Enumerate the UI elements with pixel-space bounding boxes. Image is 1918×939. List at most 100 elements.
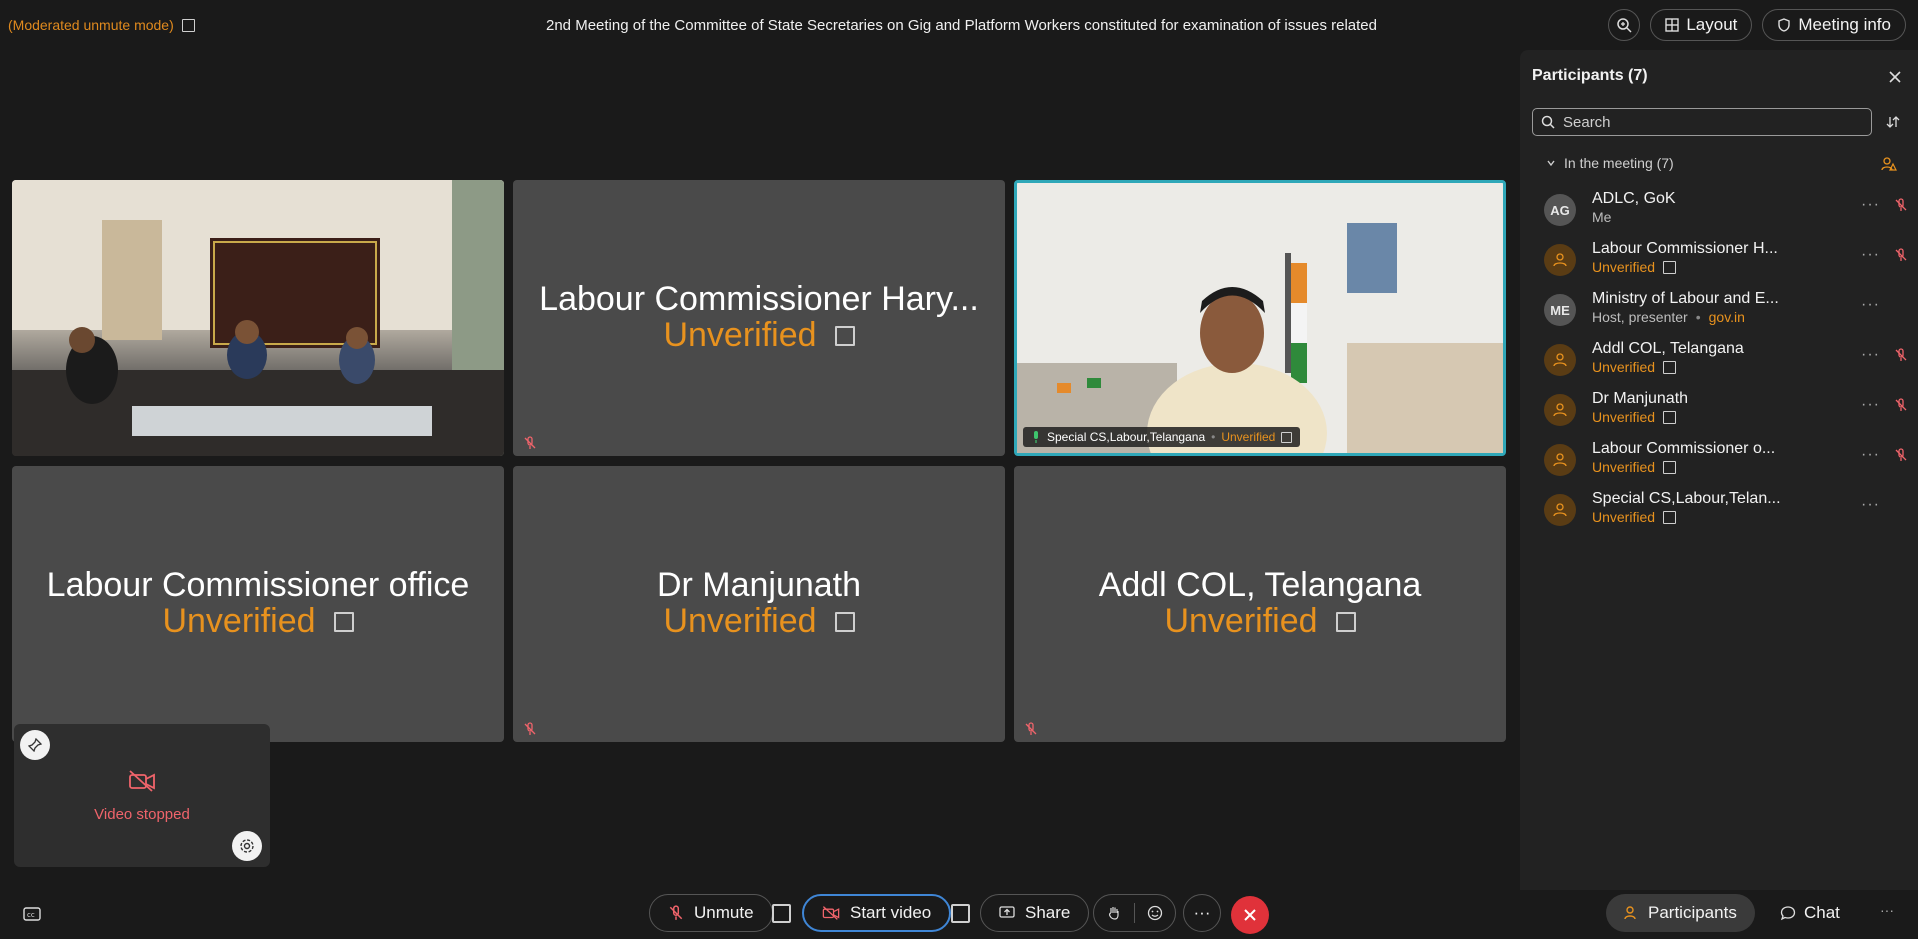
tile-status-checkbox [834, 325, 855, 346]
video-tile-labour-commissioner-office[interactable]: Labour Commissioner office Unverified [12, 466, 504, 742]
video-tile-labour-commissioner-haryana[interactable]: Labour Commissioner Hary... Unverified [513, 180, 1005, 456]
zoom-button[interactable] [1608, 9, 1641, 41]
tile-status: Unverified [1014, 602, 1506, 641]
mic-muted-icon[interactable] [1894, 398, 1908, 412]
status-checkbox [1663, 260, 1677, 274]
shield-icon [1778, 18, 1791, 32]
more-options-button[interactable]: ··· [1861, 496, 1880, 514]
meeting-info-label: Meeting info [1798, 15, 1891, 34]
mode-label: (Moderated unmute mode) [8, 17, 174, 33]
participant-name: Special CS,Labour,Telan... [1592, 490, 1781, 507]
self-view[interactable]: Video stopped [14, 724, 270, 867]
participant-status: Unverified [1592, 259, 1656, 275]
avatar [1544, 244, 1576, 276]
user-unverified-icon [1553, 253, 1567, 267]
video-tile-special-cs-telangana[interactable]: Special CS,Labour,Telangana • Unverified [1014, 180, 1506, 456]
mic-muted-icon [524, 722, 536, 735]
more-label: ··· [1193, 903, 1211, 922]
more-options-button[interactable]: ··· [1861, 246, 1880, 264]
more-options-button[interactable]: ··· [1861, 446, 1880, 464]
more-options-button[interactable]: ··· [1861, 196, 1880, 214]
in-meeting-label: In the meeting (7) [1564, 155, 1674, 171]
mic-muted-icon[interactable] [1894, 248, 1908, 262]
more-options-button[interactable]: ··· [1861, 296, 1880, 314]
avatar [1544, 444, 1576, 476]
user-unverified-icon [1553, 453, 1567, 467]
tile-participant-name: Labour Commissioner office [46, 566, 470, 604]
video-stopped-label: Video stopped [94, 806, 190, 823]
video-options-checkbox[interactable] [951, 904, 970, 923]
tile-status-label: Unverified [663, 602, 817, 640]
raise-hand-icon[interactable] [1106, 905, 1122, 921]
status-checkbox [1663, 410, 1677, 424]
start-video-button[interactable]: Start video [802, 894, 952, 932]
participant-subtitle: Unverified [1592, 509, 1677, 525]
participant-search-input[interactable]: Search [1532, 108, 1872, 136]
in-meeting-section-header[interactable]: In the meeting (7) [1546, 155, 1674, 171]
more-options-button[interactable]: ··· [1861, 396, 1880, 414]
user-unverified-icon [1553, 503, 1567, 517]
participants-button[interactable]: Participants [1606, 894, 1755, 932]
participant-row[interactable]: Special CS,Labour,Telan... Unverified ··… [1544, 488, 1909, 538]
participant-row[interactable]: Addl COL, Telangana Unverified ··· [1544, 338, 1909, 388]
participant-name: Labour Commissioner H... [1592, 240, 1778, 257]
video-off-icon [129, 770, 155, 792]
layout-grid-icon [1665, 18, 1680, 32]
close-icon [1244, 909, 1256, 921]
meeting-info-button[interactable]: Meeting info [1762, 9, 1906, 41]
tile-name-chip: Special CS,Labour,Telangana • Unverified [1023, 427, 1301, 447]
search-icon [1541, 115, 1555, 129]
participant-status: Unverified [1592, 359, 1656, 375]
participant-name: Dr Manjunath [1592, 390, 1689, 407]
unmute-label: Unmute [694, 903, 754, 922]
video-tile-room[interactable] [12, 180, 504, 456]
speaker-video-feed [1017, 183, 1503, 453]
sort-icon[interactable] [1886, 115, 1900, 129]
closed-captions-icon[interactable]: cc [23, 907, 41, 921]
chat-label: Chat [1804, 903, 1840, 922]
participant-row[interactable]: Labour Commissioner H... Unverified ··· [1544, 238, 1909, 288]
video-tile-addl-col-telangana[interactable]: Addl COL, Telangana Unverified [1014, 466, 1506, 742]
tile-chip-status: Unverified [1221, 430, 1276, 444]
video-tile-dr-manjunath[interactable]: Dr Manjunath Unverified [513, 466, 1005, 742]
divider [1134, 903, 1135, 923]
layout-button[interactable]: Layout [1650, 9, 1753, 41]
participant-row[interactable]: Dr Manjunath Unverified ··· [1544, 388, 1909, 438]
magnifier-zoom-icon [1617, 18, 1632, 33]
more-options-button[interactable]: ··· [1183, 894, 1221, 932]
tile-status-checkbox [834, 611, 855, 632]
mic-muted-icon [669, 905, 683, 920]
mic-muted-icon[interactable] [1894, 198, 1908, 212]
pin-button[interactable] [20, 730, 50, 760]
share-label: Share [1025, 903, 1071, 922]
mic-muted-icon[interactable] [1894, 448, 1908, 462]
leave-meeting-button[interactable] [1231, 896, 1269, 934]
tile-participant-name: Addl COL, Telangana [1098, 566, 1422, 604]
participant-role: Me [1592, 209, 1612, 225]
mic-muted-icon[interactable] [1894, 348, 1908, 362]
participant-row[interactable]: ME Ministry of Labour and E... Host, pre… [1544, 288, 1909, 338]
chat-button[interactable]: Chat [1780, 894, 1840, 932]
participant-subtitle: Host, presenter • gov.in [1592, 309, 1745, 325]
emoji-reaction-icon[interactable] [1147, 905, 1163, 921]
participant-name: ADLC, GoK [1592, 190, 1676, 207]
status-checkbox [1663, 460, 1677, 474]
tile-status: Unverified [513, 316, 1005, 355]
avatar [1544, 344, 1576, 376]
close-icon[interactable] [1888, 70, 1902, 84]
participant-row[interactable]: AG ADLC, GoK Me ··· [1544, 188, 1909, 238]
more-options-button[interactable]: ··· [1861, 346, 1880, 364]
moderated-unmute-mode: (Moderated unmute mode) [8, 17, 195, 33]
panel-more-button[interactable]: ··· [1880, 902, 1894, 918]
participant-row[interactable]: Labour Commissioner o... Unverified ··· [1544, 438, 1909, 488]
participant-name: Addl COL, Telangana [1592, 340, 1744, 357]
mode-checkbox[interactable] [181, 18, 195, 32]
gear-icon [240, 839, 254, 853]
audio-options-checkbox[interactable] [772, 904, 791, 923]
self-view-settings-button[interactable] [232, 831, 262, 861]
chevron-down-icon [1547, 160, 1555, 167]
share-button[interactable]: Share [980, 894, 1090, 932]
meeting-title: 2nd Meeting of the Committee of State Se… [546, 17, 1376, 34]
unmute-button[interactable]: Unmute [649, 894, 773, 932]
bottom-control-bar: cc Unmute Start video Share ··· Particip… [0, 890, 1918, 939]
